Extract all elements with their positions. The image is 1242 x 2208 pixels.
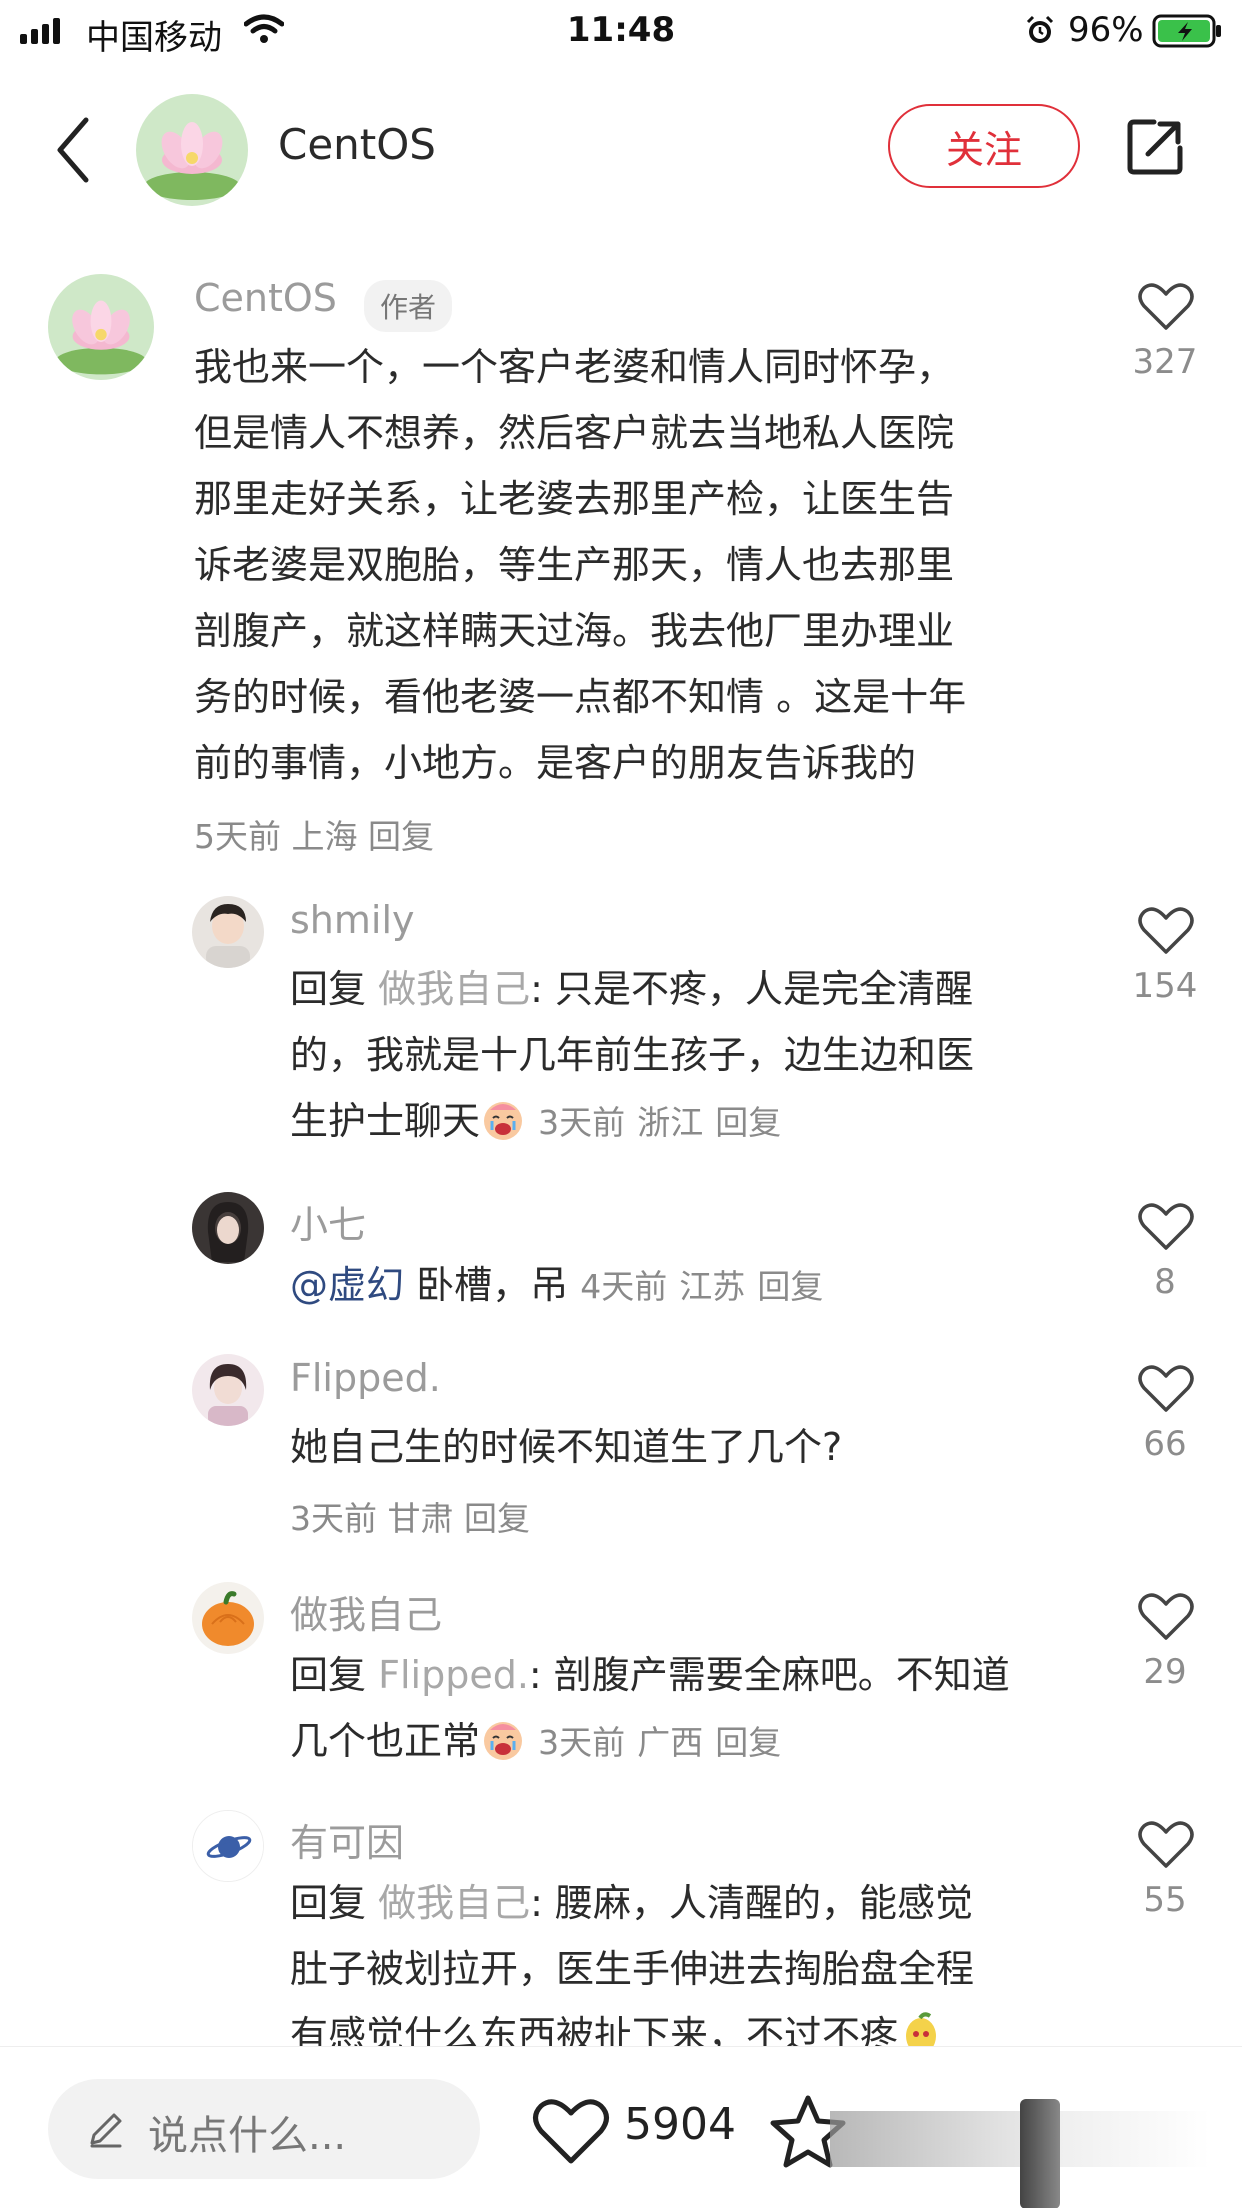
page-title: CentOS [278,120,436,169]
like-total: 5904 [624,2099,736,2150]
heart-icon[interactable] [1138,1592,1194,1642]
back-arrow-icon[interactable] [50,114,98,186]
comment-meta: 5天前 上海 回复 [194,810,434,858]
comment-location: 广西 [637,1723,704,1762]
like-count: 8 [1154,1262,1176,1302]
pencil-icon [90,2113,122,2148]
author-badge: 作者 [364,280,453,332]
comment-line: 的，我就是十几年前生孩子，边生边和医 [290,1033,975,1077]
reply-prefix: 回复 [290,1881,367,1925]
heart-icon[interactable] [1138,906,1194,956]
reply-link[interactable]: 回复 [368,817,434,856]
author-avatar[interactable] [136,94,248,206]
comment-time: 3天前 [538,1103,626,1142]
comment-line: 但是情人不想养，然后客户就去当地私人医院 [194,411,955,455]
commenter-name[interactable]: CentOS [194,276,337,320]
comment-item: Flipped. 她自己生的时候不知道生了几个? 3天前 甘肃 回复 66 [0,1352,1242,1562]
comment-line: 她自己生的时候不知道生了几个? [290,1425,843,1469]
comment-text: @虚幻 卧槽，吊 4天前 江苏 回复 [290,1252,823,1318]
mango-emoji-icon [906,2012,937,2046]
like-count: 66 [1143,1424,1187,1464]
like-count: 154 [1132,966,1198,1006]
comment-line: : 腰麻，人清醒的，能感觉 [530,1881,974,1925]
reply-to-name[interactable]: 做我自己 [378,1881,530,1925]
comment-time: 3天前 [290,1499,377,1538]
reply-to-name[interactable]: 做我自己 [378,967,530,1011]
heart-icon[interactable] [1138,1820,1194,1870]
comment-line: 肚子被划拉开，医生手伸进去掏胎盘全程 [290,1947,975,1991]
comment-line: : 只是不疼，人是完全清醒 [530,967,974,1011]
comment-time: 3天前 [538,1723,626,1762]
commenter-name[interactable]: 做我自己 [290,1584,442,1639]
alarm-icon [1026,15,1054,43]
comment-line: 有感觉什么东西被扯下来，不过不疼 [290,2013,899,2046]
reply-link[interactable]: 回复 [715,1723,781,1762]
comment-location: 浙江 [637,1103,704,1142]
like-count: 55 [1143,1880,1187,1920]
comment-avatar[interactable] [192,1192,264,1264]
comment-line: 剖腹产，就这样瞒天过海。我去他厂里办理业 [194,609,955,653]
reply-to-name[interactable]: Flipped. [378,1653,529,1697]
comment-avatar[interactable] [192,896,264,968]
comment-item: CentOS 作者 我也来一个，一个客户老婆和情人同时怀孕， 但是情人不想养，然… [0,270,1242,870]
nav-header: CentOS 关注 [0,80,1242,220]
reply-link[interactable]: 回复 [464,1499,530,1538]
follow-button[interactable]: 关注 [888,104,1080,188]
reply-link[interactable]: 回复 [757,1267,823,1306]
comment-line: 那里走好关系，让老婆去那里产检，让医生告 [194,477,955,521]
commenter-name[interactable]: 有可因 [290,1812,404,1867]
comment-line: 我也来一个，一个客户老婆和情人同时怀孕， [194,345,955,389]
battery-percent: 96% [1068,10,1144,50]
comment-text: 她自己生的时候不知道生了几个? [290,1414,842,1480]
reply-link[interactable]: 回复 [715,1103,781,1142]
comment-input-placeholder: 说点什么... [148,2113,347,2159]
comment-line: : 剖腹产需要全麻吧。不知道 [528,1653,1010,1697]
comment-item: 小七 @虚幻 卧槽，吊 4天前 江苏 回复 8 [0,1190,1242,1320]
comment-text: 回复 做我自己: 只是不疼，人是完全清醒 的，我就是十几年前生孩子，边生边和医 … [290,956,974,1154]
comment-line: 务的时候，看他老婆一点都不知情 。这是十年 [194,675,967,719]
comment-item: shmily 回复 做我自己: 只是不疼，人是完全清醒 的，我就是十几年前生孩子… [0,894,1242,1174]
comment-line: 诉老婆是双胞胎，等生产那天，情人也去那里 [194,543,955,587]
mention-link[interactable]: @虚幻 [290,1263,404,1307]
reply-prefix: 回复 [290,1653,367,1697]
battery-icon [1152,14,1221,48]
commenter-name[interactable]: shmily [290,898,415,942]
like-count: 29 [1143,1652,1187,1692]
crying-emoji-icon [484,1722,523,1760]
comment-location: 甘肃 [387,1499,454,1538]
commenter-name[interactable]: 小七 [290,1194,366,1249]
crying-emoji-icon [484,1102,523,1140]
comment-time: 4天前 [580,1267,668,1306]
comment-location: 江苏 [679,1267,746,1306]
comment-time: 5天前 [194,817,281,856]
comment-avatar[interactable] [192,1354,264,1426]
heart-icon[interactable] [1138,1202,1194,1252]
comment-item: 做我自己 回复 Flipped.: 剖腹产需要全麻吧。不知道 几个也正常 3天前… [0,1580,1242,1800]
comment-input[interactable]: 说点什么... [48,2079,480,2179]
comment-line: 生护士聊天 [290,1099,481,1143]
comment-meta: 3天前 甘肃 回复 [290,1492,530,1540]
heart-icon[interactable] [1138,282,1194,332]
comment-item: 有可因 回复 做我自己: 腰麻，人清醒的，能感觉 肚子被划拉开，医生手伸进去掏胎… [0,1808,1242,2046]
reply-prefix: 回复 [290,967,367,1011]
like-heart-icon[interactable] [532,2097,610,2167]
blurred-area [1020,2099,1060,2208]
comment-avatar[interactable] [192,1582,264,1654]
like-count: 327 [1132,342,1198,382]
heart-icon[interactable] [1138,1364,1194,1414]
bottom-bar: 说点什么... 5904 [0,2046,1242,2208]
comment-text: 回复 Flipped.: 剖腹产需要全麻吧。不知道 几个也正常 3天前 广西 回… [290,1642,1010,1774]
comment-text: 回复 做我自己: 腰麻，人清醒的，能感觉 肚子被划拉开，医生手伸进去掏胎盘全程 … [290,1870,974,2046]
share-icon[interactable] [1124,116,1186,178]
commenter-name[interactable]: Flipped. [290,1356,441,1400]
comment-location: 上海 [291,817,358,856]
comment-avatar[interactable] [192,1810,264,1882]
comment-text: 我也来一个，一个客户老婆和情人同时怀孕， 但是情人不想养，然后客户就去当地私人医… [194,334,966,796]
comment-line: 几个也正常 [290,1719,481,1763]
comment-line: 前的事情，小地方。是客户的朋友告诉我的 [194,741,917,785]
status-bar: 中国移动 11:48 96% [0,0,1242,64]
comment-avatar[interactable] [48,274,154,380]
comment-line: 卧槽，吊 [404,1263,569,1307]
